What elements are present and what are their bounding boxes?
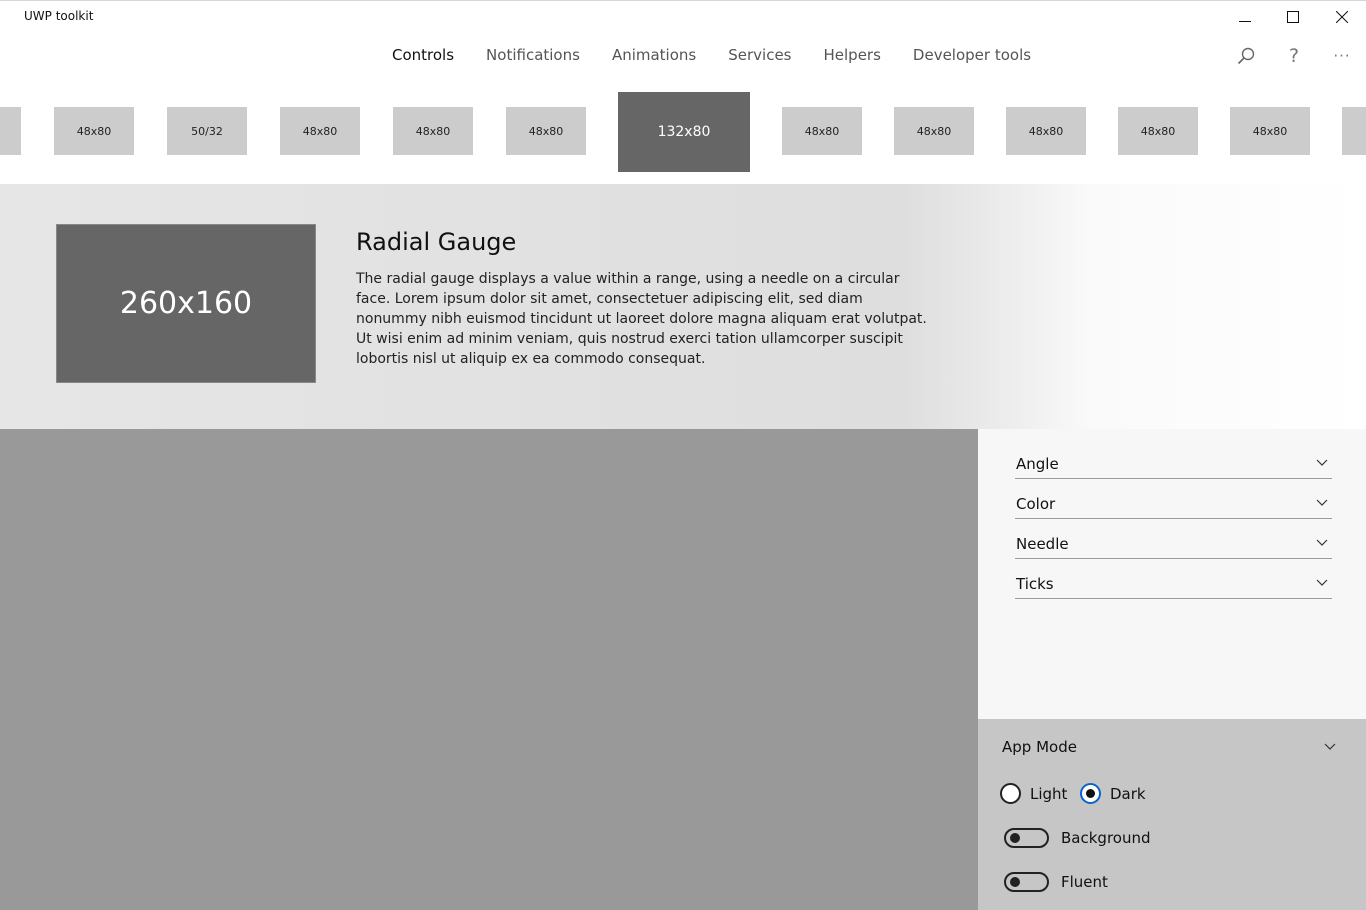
tab-controls[interactable]: Controls [392,46,454,64]
property-label: Angle [1016,455,1059,473]
control-title: Radial Gauge [356,228,517,256]
thumbnail-item[interactable]: 48x80 [393,107,473,155]
minimize-icon [1239,21,1251,22]
thumbnail-item[interactable]: 50/32 [167,107,247,155]
property-color-dropdown[interactable]: Color [1015,489,1332,519]
search-button[interactable] [1234,44,1258,68]
thumbnail-item[interactable] [1342,107,1366,155]
property-label: Color [1016,495,1056,513]
chevron-down-icon[interactable] [1324,743,1336,751]
property-ticks-dropdown[interactable]: Ticks [1015,569,1332,599]
thumbnail-item-selected[interactable]: 132x80 [618,92,750,172]
thumbnail-item[interactable]: 48x80 [1118,107,1198,155]
control-header: 260x160 Radial Gauge The radial gauge di… [0,184,1366,429]
property-panel: Angle Color Needle Ticks [978,429,1366,719]
toggle-switch[interactable] [1004,872,1049,892]
chevron-down-icon [1316,579,1328,586]
close-button[interactable] [1319,1,1365,33]
radio-button-checked[interactable] [1080,783,1101,804]
app-mode-panel: App Mode Light Dark Background Fluent [978,719,1366,910]
toggle-background[interactable]: Background [1004,828,1151,848]
app-title: UWP toolkit [24,9,94,23]
thumbnail-item[interactable]: 48x80 [280,107,360,155]
tab-animations[interactable]: Animations [612,46,696,64]
nav-tabs: Controls Notifications Animations Servic… [392,46,1031,64]
property-label: Needle [1016,535,1069,553]
property-label: Ticks [1016,575,1054,593]
radio-light[interactable]: Light [1000,783,1067,804]
help-button[interactable]: ? [1282,44,1306,68]
thumbnail-item[interactable]: 48x80 [782,107,862,155]
tab-developer-tools[interactable]: Developer tools [913,46,1031,64]
control-preview-image: 260x160 [56,224,316,383]
toggle-fluent[interactable]: Fluent [1004,872,1108,892]
more-button[interactable]: ··· [1330,44,1354,68]
tab-helpers[interactable]: Helpers [824,46,881,64]
chevron-down-icon [1316,499,1328,506]
toggle-switch[interactable] [1004,828,1049,848]
help-icon: ? [1288,45,1300,67]
more-icon: ··· [1333,47,1351,65]
chevron-down-icon [1316,459,1328,466]
top-navigation: Controls Notifications Animations Servic… [0,32,1366,80]
property-angle-dropdown[interactable]: Angle [1015,449,1332,479]
tab-services[interactable]: Services [728,46,791,64]
thumbnail-item[interactable] [0,107,21,155]
property-needle-dropdown[interactable]: Needle [1015,529,1332,559]
toggle-label: Background [1061,829,1151,847]
control-preview-area [0,429,978,910]
tab-notifications[interactable]: Notifications [486,46,580,64]
radio-dark[interactable]: Dark [1080,783,1146,804]
maximize-icon [1287,11,1299,23]
minimize-button[interactable] [1222,1,1268,33]
thumbnail-item[interactable]: 48x80 [54,107,134,155]
control-thumbnail-strip: 48x80 50/32 48x80 48x80 48x80 132x80 48x… [0,80,1366,184]
maximize-button[interactable] [1270,1,1316,33]
thumbnail-item[interactable]: 48x80 [506,107,586,155]
app-mode-title: App Mode [1002,738,1077,756]
close-icon [1336,11,1348,23]
search-icon [1237,47,1255,65]
radio-label: Dark [1110,784,1146,803]
thumbnail-item[interactable]: 48x80 [1230,107,1310,155]
radio-label: Light [1030,784,1068,803]
thumbnail-item[interactable]: 48x80 [894,107,974,155]
chevron-down-icon [1316,539,1328,546]
title-bar: UWP toolkit [0,0,1366,32]
thumbnail-item[interactable]: 48x80 [1006,107,1086,155]
toggle-label: Fluent [1061,873,1108,891]
control-description: The radial gauge displays a value within… [356,271,927,367]
radio-button-unchecked[interactable] [1000,783,1021,804]
